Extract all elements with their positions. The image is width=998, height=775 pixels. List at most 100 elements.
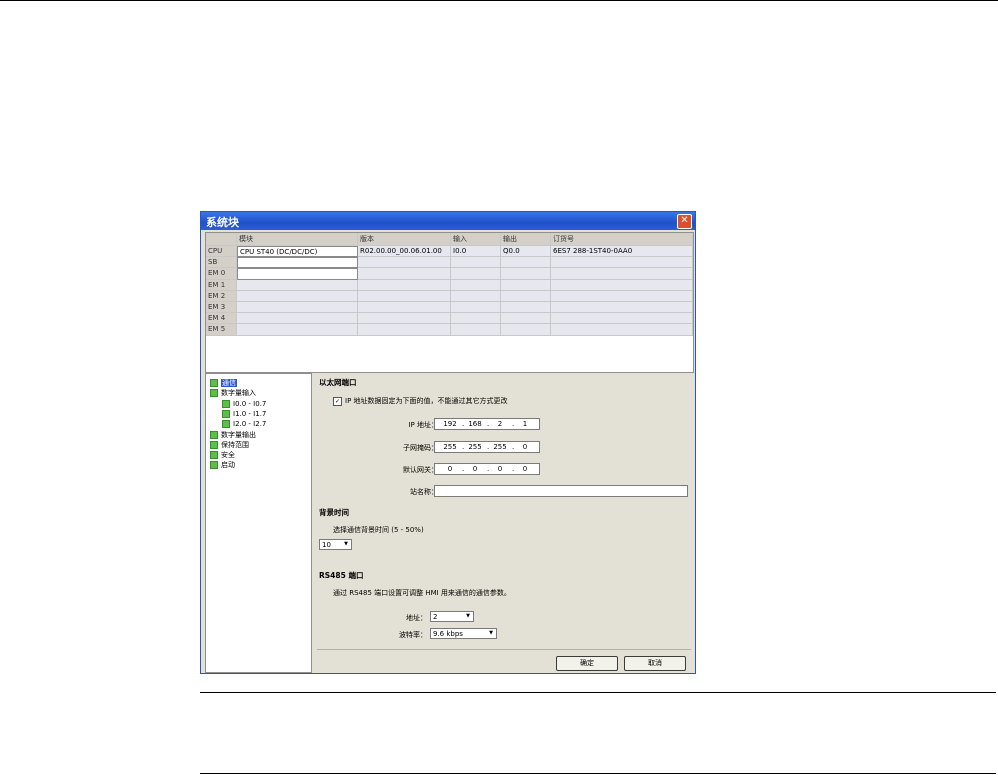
tree-item-label: I2.0 - I2.7	[233, 420, 267, 429]
tree-node-icon	[210, 389, 218, 398]
table-cell: Q0.0	[501, 246, 551, 258]
table-cell	[358, 279, 451, 291]
dialog-titlebar: 系统块 ✕	[201, 212, 695, 230]
tree-item-label: I1.0 - I1.7	[233, 409, 267, 418]
tree-item-label: 保持范围	[221, 440, 249, 449]
table-cell	[551, 279, 693, 291]
tree-item-label: 安全	[221, 451, 235, 460]
table-cell[interactable]	[237, 324, 358, 336]
rs485-section-title: RS485 端口	[319, 571, 364, 580]
background-time-select[interactable]: 10 ▼	[319, 539, 352, 550]
table-cell[interactable]: CPU ST40 (DC/DC/DC)	[237, 246, 358, 258]
table-cell	[451, 268, 501, 280]
table-cell	[358, 302, 451, 314]
table-cell[interactable]	[237, 302, 358, 314]
table-cell[interactable]	[237, 279, 358, 291]
slot-label: EM 1	[206, 279, 237, 291]
tree-node-icon	[222, 420, 230, 429]
dropdown-arrow-icon: ▼	[344, 541, 348, 547]
ip-octet: 192	[443, 420, 457, 428]
table-cell: R02.00.00_00.06.01.00	[358, 246, 451, 258]
fixed-ip-checkbox[interactable]: ✓	[333, 397, 342, 406]
tree-item[interactable]: 保持范围	[210, 440, 249, 450]
table-cell	[451, 290, 501, 302]
gateway-label: 默认网关：	[403, 466, 438, 474]
system-block-dialog: 系统块 ✕ 模块 版本 输入 输出 订货号 CPU CPU ST40 (DC/DC/DC) R…	[200, 211, 696, 674]
ip-octet: 2	[497, 420, 503, 428]
table-cell	[551, 324, 693, 336]
table-header-cell[interactable]: 输入	[451, 233, 501, 246]
button-separator	[317, 649, 691, 650]
table-header-cell[interactable]: 版本	[358, 233, 451, 246]
table-cell[interactable]	[237, 313, 358, 325]
note-rule-bottom	[200, 773, 996, 774]
dropdown-arrow-icon: ▼	[489, 630, 493, 636]
table-cell	[358, 313, 451, 325]
table-cell	[501, 257, 551, 269]
table-cell	[551, 268, 693, 280]
ethernet-section-title: 以太网端口	[319, 378, 357, 387]
tree-item-label: 数字量输入	[221, 389, 256, 398]
cancel-button[interactable]: 取消	[624, 656, 686, 671]
address-select[interactable]: 2 ▼	[430, 611, 474, 622]
slot-label: SB	[206, 257, 237, 269]
dialog-title: 系统块	[206, 216, 239, 229]
tree-item[interactable]: 数字量输出	[210, 430, 256, 440]
ip-dot: .	[462, 420, 465, 428]
table-cell	[551, 313, 693, 325]
table-header-cell[interactable]: 模块	[237, 233, 358, 246]
tree-node-icon	[210, 461, 218, 470]
tree-item[interactable]: 数字量输入	[210, 388, 256, 398]
table-header-cell[interactable]: 订货号	[551, 233, 693, 246]
table-cell[interactable]	[237, 257, 358, 269]
ip-dot: .	[462, 443, 465, 451]
tree-item-label: 数字量输出	[221, 430, 256, 439]
ok-button[interactable]: 确定	[556, 656, 618, 671]
tree-item[interactable]: I2.0 - I2.7	[222, 419, 266, 429]
table-cell	[501, 268, 551, 280]
table-cell[interactable]	[237, 268, 358, 280]
table-cell: 6ES7 288-1ST40-0AA0	[551, 246, 693, 258]
tree-item-label: 通信	[221, 379, 237, 387]
ip-octet: 0	[522, 465, 528, 473]
tree-item-label: 启动	[221, 461, 235, 470]
tree-item[interactable]: I0.0 - I0.7	[222, 399, 266, 409]
tree-node-icon	[210, 451, 218, 460]
ip-dot: .	[462, 465, 465, 473]
table-cell: I0.0	[451, 246, 501, 258]
subnet-mask-label: 子网掩码：	[403, 444, 438, 452]
table-cell	[451, 257, 501, 269]
baud-rate-select[interactable]: 9.6 kbps ▼	[430, 628, 497, 639]
close-icon[interactable]: ✕	[677, 214, 692, 229]
table-header-cell[interactable]	[206, 233, 237, 246]
table-header-cell[interactable]: 输出	[501, 233, 551, 246]
ip-octet: 255	[443, 443, 457, 451]
gateway-field[interactable]: 0. 0. 0. 0	[434, 463, 540, 475]
ip-dot: .	[512, 443, 515, 451]
ip-octet: 168	[468, 420, 482, 428]
table-cell[interactable]	[237, 290, 358, 302]
slot-label: EM 0	[206, 268, 237, 280]
tree-node-icon	[210, 440, 218, 449]
tree-node-icon	[222, 409, 230, 418]
baud-rate-label: 波特率：	[399, 631, 427, 639]
table-cell	[551, 302, 693, 314]
tree-item[interactable]: 通信	[210, 378, 237, 388]
ip-octet: 255	[493, 443, 507, 451]
table-cell	[451, 313, 501, 325]
ip-address-field[interactable]: 192. 168. 2. 1	[434, 418, 540, 430]
station-name-input[interactable]	[434, 485, 688, 497]
baud-rate-value: 9.6 kbps	[433, 630, 463, 638]
config-pane: 以太网端口 ✓ IP 地址数据固定为下面的值，不能通过其它方式更改 IP 地址：…	[314, 373, 693, 673]
tree-node-icon	[210, 379, 218, 387]
tree-item[interactable]: 安全	[210, 450, 235, 460]
ip-octet: 0	[522, 443, 528, 451]
subnet-mask-field[interactable]: 255. 255. 255. 0	[434, 441, 540, 453]
tree-item[interactable]: 启动	[210, 460, 235, 470]
ip-octet: 0	[472, 465, 478, 473]
tree-item[interactable]: I1.0 - I1.7	[222, 409, 266, 419]
config-tree: 通信数字量输入 I0.0 - I0.7 I1.0 - I1.7 I2.0 - I2.7…	[205, 373, 312, 673]
dropdown-arrow-icon: ▼	[466, 613, 470, 619]
slot-label: CPU	[206, 246, 237, 258]
background-time-value: 10	[322, 541, 331, 549]
